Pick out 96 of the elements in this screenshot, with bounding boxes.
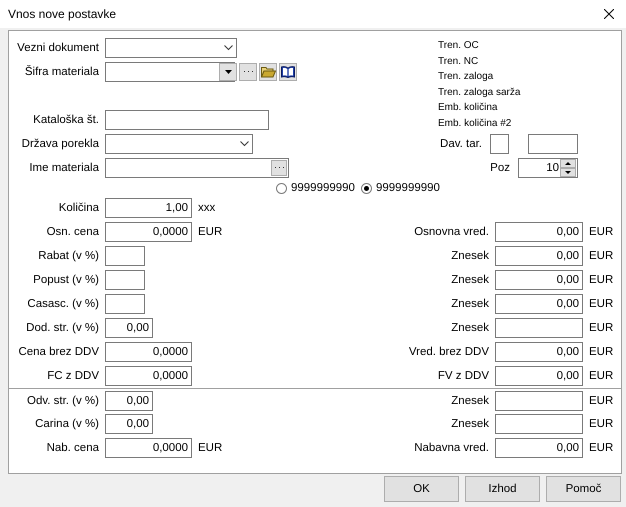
- input-field[interactable]: [495, 390, 583, 410]
- field-label: Količina: [58, 202, 99, 214]
- radio-option[interactable]: 9999999990: [360, 182, 440, 194]
- input-field[interactable]: 0,00: [495, 222, 583, 242]
- input-field[interactable]: [105, 246, 145, 266]
- field-label: Poz: [490, 162, 510, 174]
- field-label: Odv. str. (v %): [26, 394, 99, 406]
- open-folder-button[interactable]: [259, 63, 277, 81]
- window-title: Vnos nove postavke: [8, 7, 118, 21]
- field-label: Rabat (v %): [37, 250, 99, 262]
- unit-label: EUR: [589, 250, 614, 262]
- input-field[interactable]: 0,00: [105, 318, 153, 338]
- input-field[interactable]: [105, 158, 289, 178]
- unit-label: EUR: [589, 322, 614, 334]
- input-field[interactable]: 0,00: [105, 414, 153, 434]
- field-label: Carina (v %): [34, 418, 99, 430]
- field-label: FC z DDV: [46, 370, 99, 382]
- unit-label: EUR: [198, 442, 222, 454]
- field-label: Vred. brez DDV: [408, 346, 489, 358]
- close-icon: [604, 9, 614, 19]
- input-field[interactable]: 0,00: [495, 294, 583, 314]
- field-label: Cena brez DDV: [17, 346, 99, 358]
- radio-option[interactable]: 9999999990: [276, 182, 355, 194]
- input-field[interactable]: 0,00: [495, 342, 583, 362]
- triangle-down-icon: [224, 70, 232, 74]
- field-label: Država porekla: [20, 138, 99, 150]
- dropdown-button[interactable]: [219, 63, 237, 81]
- dialog-button[interactable]: OK: [384, 476, 459, 502]
- info-label: Tren. zaloga: [438, 70, 494, 84]
- input-field[interactable]: 0,00: [495, 246, 583, 266]
- spin-up-button[interactable]: [560, 159, 576, 168]
- spin-down-button[interactable]: [560, 168, 576, 177]
- info-label: Tren. NC: [438, 54, 480, 68]
- unit-label: EUR: [589, 394, 614, 406]
- input-field[interactable]: [105, 294, 145, 314]
- unit-label: EUR: [589, 442, 614, 454]
- field-label: Osnovna vred.: [414, 226, 489, 238]
- unit-label: EUR: [589, 226, 614, 238]
- unit-label: xxx: [198, 202, 216, 214]
- folder-icon: [260, 66, 276, 78]
- input-field[interactable]: [495, 414, 583, 434]
- input-field[interactable]: 0,0000: [105, 342, 192, 362]
- field-label: Znesek: [451, 322, 489, 334]
- field-label: Popust (v %): [32, 274, 99, 286]
- book-button[interactable]: [279, 63, 297, 81]
- radio-icon[interactable]: [360, 182, 372, 194]
- info-label: Tren. zaloga sarža: [438, 86, 522, 100]
- field-label: Nab. cena: [46, 442, 99, 454]
- unit-label: EUR: [589, 274, 614, 286]
- input-field[interactable]: [528, 134, 578, 154]
- radio-icon[interactable]: [276, 182, 287, 194]
- field-label: Dod. str. (v %): [25, 322, 99, 334]
- unit-label: EUR: [198, 226, 222, 238]
- book-icon: [281, 66, 295, 78]
- dialog-button[interactable]: Pomoč: [546, 476, 621, 502]
- input-field[interactable]: 0,0000: [105, 222, 192, 242]
- field-label: Vezni dokument: [16, 42, 99, 54]
- input-field[interactable]: [105, 110, 269, 130]
- field-label: Osn. cena: [46, 226, 99, 238]
- chevron-down-icon: [240, 141, 249, 147]
- field-label: Šifra materiala: [24, 66, 99, 78]
- info-label: Tren. OC: [438, 39, 480, 53]
- input-field[interactable]: 0,0000: [105, 366, 192, 386]
- input-field[interactable]: [490, 134, 509, 154]
- chevron-down-icon: [224, 45, 233, 51]
- triangle-down-icon: [565, 171, 571, 174]
- input-field[interactable]: [495, 318, 583, 338]
- field-label: FV z DDV: [438, 370, 489, 382]
- field-label: Kataloška št.: [32, 114, 99, 126]
- unit-label: EUR: [589, 418, 614, 430]
- input-field[interactable]: [105, 270, 145, 290]
- field-label: Znesek: [451, 274, 489, 286]
- unit-label: EUR: [589, 298, 614, 310]
- dropdown-field[interactable]: [105, 38, 237, 58]
- field-label: Nabavna vred.: [414, 442, 489, 454]
- unit-label: EUR: [589, 370, 614, 382]
- input-field[interactable]: 0,0000: [105, 438, 192, 458]
- field-label: Znesek: [451, 418, 489, 430]
- dropdown-field[interactable]: [105, 134, 253, 154]
- input-field[interactable]: 0,00: [495, 366, 583, 386]
- field-label: Znesek: [451, 298, 489, 310]
- info-label: Emb. količina #2: [438, 116, 512, 130]
- field-label: Ime materiala: [28, 162, 99, 174]
- field-label: Dav. tar.: [440, 138, 482, 150]
- spinner-field[interactable]: 10: [518, 158, 578, 178]
- input-field[interactable]: 0,00: [495, 270, 583, 290]
- field-label: Znesek: [451, 250, 489, 262]
- triangle-up-icon: [565, 162, 571, 165]
- info-label: Emb. količina: [438, 101, 498, 115]
- input-field[interactable]: 1,00: [105, 198, 192, 218]
- dialog-button[interactable]: Izhod: [465, 476, 540, 502]
- field-label: Casasc. (v %): [26, 298, 99, 310]
- field-label: Znesek: [451, 394, 489, 406]
- unit-label: EUR: [589, 346, 614, 358]
- input-field[interactable]: 0,00: [105, 390, 153, 410]
- input-field[interactable]: 0,00: [495, 438, 583, 458]
